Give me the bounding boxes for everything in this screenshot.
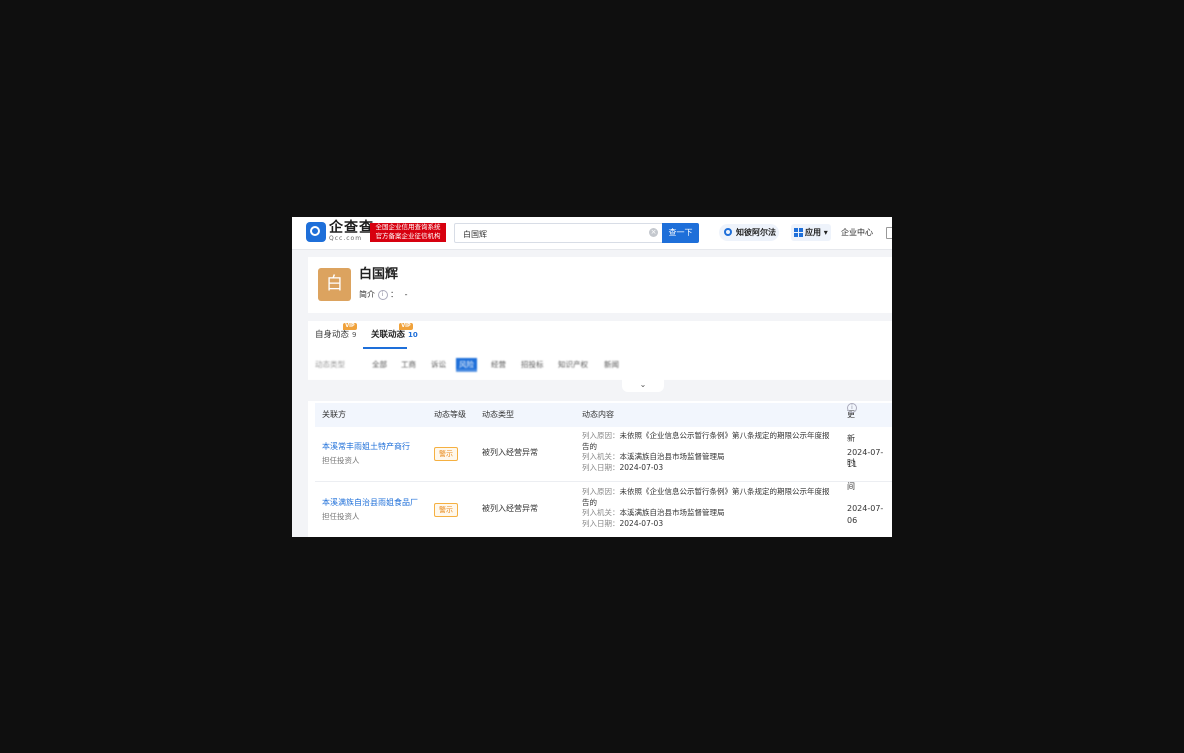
apps-menu-button[interactable]: 应用 ▾ <box>791 224 831 241</box>
tab-self-dynamics[interactable]: VIP 自身动态 9 <box>315 323 357 340</box>
person-name: 白国辉 <box>359 267 399 282</box>
expand-chevron-icon[interactable]: ⌄ <box>622 379 664 392</box>
screenshot-frame: 企查查 Qcc.com 全国企业信用查询系统 官方备案企业征信机构 × 查一下 … <box>292 217 892 537</box>
profile-card: 白 白国辉 简介 i ： - <box>308 257 892 313</box>
device-icon[interactable] <box>886 227 892 239</box>
header-type: 动态类型 <box>482 410 514 419</box>
tab-label: 自身动态 <box>315 330 350 340</box>
zhibo-label: 知彼阿尔法 <box>736 228 776 237</box>
search-box: × <box>454 223 664 243</box>
filter-fade-overlay <box>308 368 892 380</box>
apps-label: 应用 ▾ <box>805 228 828 237</box>
tab-related-dynamics[interactable]: VIP 关联动态 10 <box>371 323 418 340</box>
table-row: 本溪满族自治县雨姐食品厂 担任投资人 警示 被列入经营异常 列入原因：未依照《企… <box>315 483 892 537</box>
logo-text[interactable]: 企查查 <box>329 221 374 235</box>
badge-line-1: 全国企业信用查询系统 <box>375 223 441 231</box>
dynamic-content: 列入原因：未依照《企业信息公示暂行条例》第八条规定的期限公示年度报 告的 列入机… <box>582 431 830 472</box>
dynamic-type: 被列入经营异常 <box>482 504 538 513</box>
update-time: 2024-07-06 <box>847 504 884 525</box>
logo-sub: Qcc.com <box>329 235 363 242</box>
table-header: 关联方 动态等级 动态类型 动态内容 更新时间 i <box>315 403 892 491</box>
table-row: 本溪常丰雨姐土特产商行 担任投资人 警示 被列入经营异常 列入原因：未依照《企业… <box>315 427 892 482</box>
avatar: 白 <box>318 268 351 301</box>
tab-count: 10 <box>408 331 418 339</box>
badge-line-2: 官方备案企业征信机构 <box>375 232 441 240</box>
certification-badge: 全国企业信用查询系统 官方备案企业征信机构 <box>370 223 446 242</box>
intro-label: 简介 <box>359 290 375 299</box>
vip-badge: VIP <box>343 323 357 330</box>
role-text: 担任投资人 <box>322 456 360 465</box>
tab-label: 关联动态 <box>371 330 406 340</box>
level-tag: 警示 <box>434 503 458 517</box>
user-center-link[interactable]: 企业中心 <box>841 224 873 241</box>
related-party-link[interactable]: 本溪常丰雨姐土特产商行 <box>322 441 410 452</box>
tabs-card: VIP 自身动态 9 VIP 关联动态 10 动态类型 全部 工商 诉讼 风险 经营… <box>308 321 892 380</box>
header-party: 关联方 <box>322 410 346 419</box>
search-input[interactable] <box>461 226 645 242</box>
zhibo-alpha-button[interactable]: 知彼阿尔法 <box>719 224 779 241</box>
vip-badge: VIP <box>399 323 413 330</box>
search-button[interactable]: 查一下 <box>662 223 699 243</box>
dynamic-type: 被列入经营异常 <box>482 448 538 457</box>
apps-grid-icon <box>794 228 803 237</box>
info-icon[interactable]: i <box>377 289 388 300</box>
intro-value: - <box>404 290 408 299</box>
clear-icon[interactable]: × <box>649 228 658 237</box>
role-text: 担任投资人 <box>322 512 360 521</box>
header-level: 动态等级 <box>434 410 466 419</box>
level-tag: 警示 <box>434 447 458 461</box>
intro-row: 简介 i ： - <box>359 289 408 300</box>
top-header: 企查查 Qcc.com 全国企业信用查询系统 官方备案企业征信机构 × 查一下 … <box>292 217 892 250</box>
zhibo-logo-icon <box>724 228 732 236</box>
dynamic-content: 列入原因：未依照《企业信息公示暂行条例》第八条规定的期限公示年度报 告的 列入机… <box>582 487 830 528</box>
active-tab-indicator <box>363 347 407 349</box>
related-party-link[interactable]: 本溪满族自治县雨姐食品厂 <box>322 497 418 508</box>
dynamics-table: 关联方 动态等级 动态类型 动态内容 更新时间 i 本溪常丰雨姐土特产商行 担任… <box>308 401 892 537</box>
header-content: 动态内容 <box>582 410 614 419</box>
update-time: 2024-07-11 <box>847 448 884 469</box>
tab-count: 9 <box>352 331 357 339</box>
info-icon[interactable]: i <box>847 403 857 413</box>
qcc-logo-icon[interactable] <box>306 222 326 242</box>
